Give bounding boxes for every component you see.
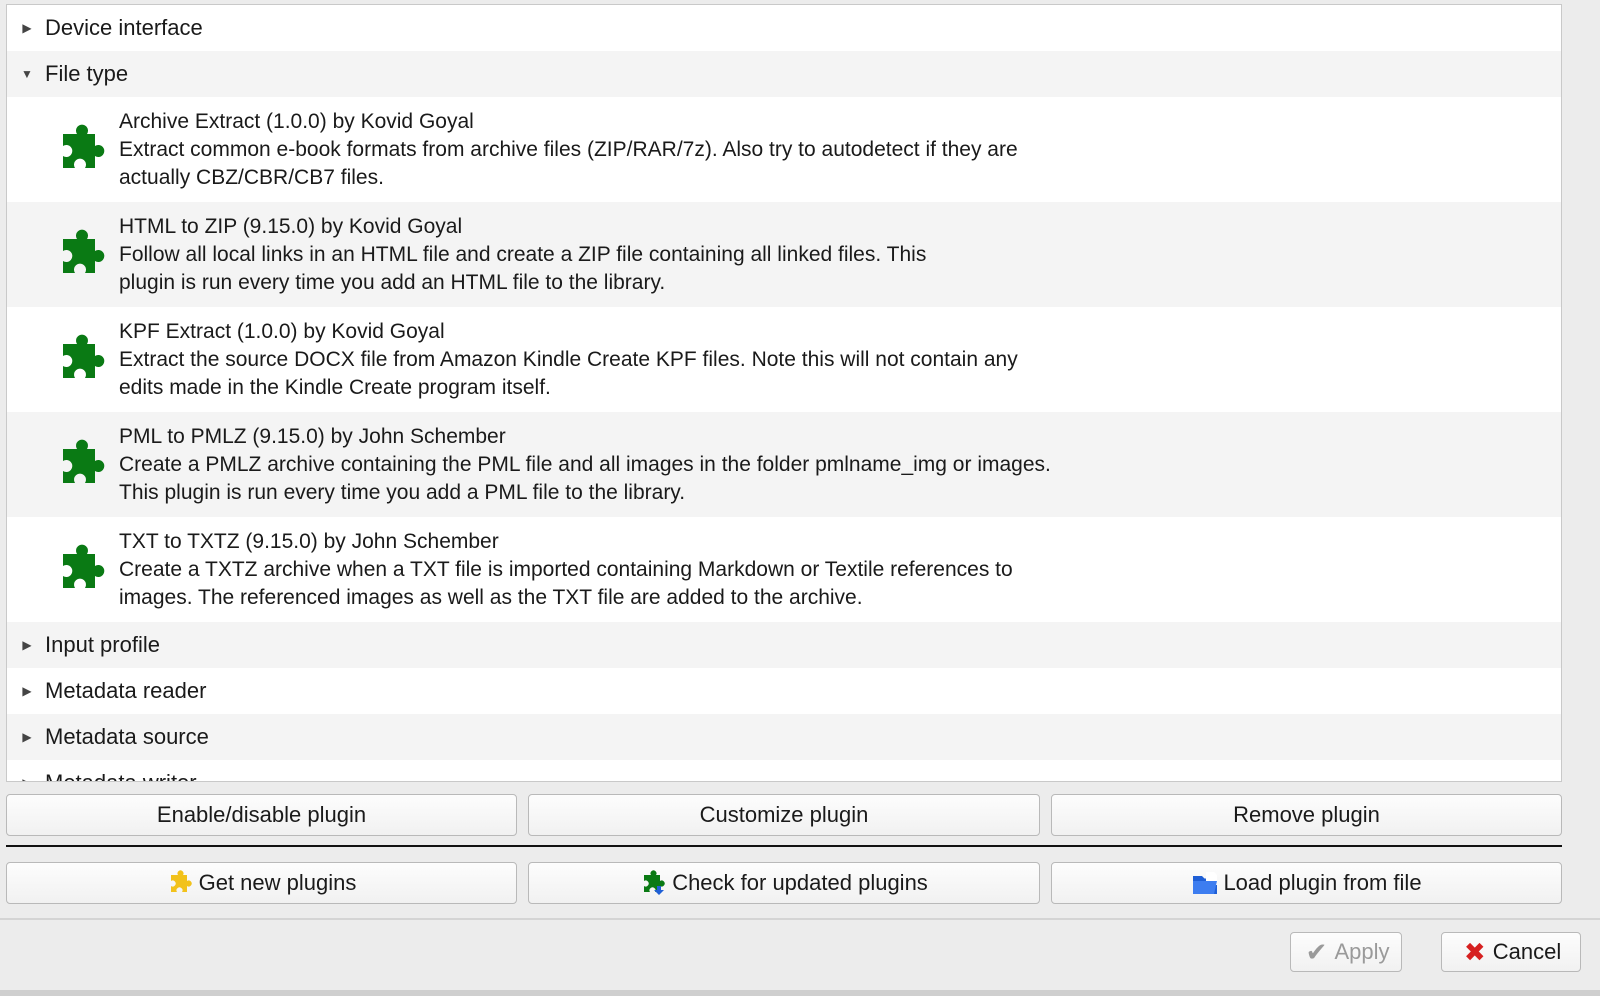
button-label: Enable/disable plugin [156, 802, 367, 827]
plugin-title: KPF Extract (1.0.0) by Kovid Goyal [119, 319, 445, 343]
category-device-interface[interactable]: ▶ Device interface [7, 5, 1561, 51]
button-label: Customize plugin [699, 802, 869, 827]
check-updated-plugins-button[interactable]: Check for updated plugins [528, 862, 1040, 904]
plugin-item-html-to-zip[interactable]: HTML to ZIP (9.15.0) by Kovid Goyal Foll… [7, 202, 1561, 307]
button-label: Remove plugin [1233, 802, 1380, 827]
button-label: Cancel [1492, 939, 1562, 964]
checkmark-icon: ✔ [1305, 936, 1328, 967]
category-label: File type [45, 61, 129, 86]
plugin-description: Extract the source DOCX file from Amazon… [119, 347, 1018, 371]
yellow-puzzle-icon [170, 870, 192, 892]
expand-arrow-icon[interactable]: ▶ [19, 638, 35, 652]
category-metadata-reader[interactable]: ▶ Metadata reader [7, 668, 1561, 714]
enable-disable-plugin-button[interactable]: Enable/disable plugin [6, 794, 517, 836]
red-x-icon: ✖ [1463, 936, 1486, 967]
plugin-description: actually CBZ/CBR/CB7 files. [119, 165, 384, 189]
blue-folder-icon [1193, 872, 1218, 894]
get-new-plugins-button[interactable]: Get new plugins [6, 862, 517, 904]
category-metadata-writer[interactable]: ▶ Metadata writer [7, 760, 1561, 781]
category-label: Device interface [45, 15, 203, 40]
plugin-item-kpf-extract[interactable]: KPF Extract (1.0.0) by Kovid Goyal Extra… [7, 307, 1561, 412]
apply-button[interactable]: ✔ Apply [1290, 932, 1402, 972]
separator-line [6, 845, 1562, 847]
plugin-description: Extract common e-book formats from archi… [119, 137, 1018, 161]
plugin-description: Create a PMLZ archive containing the PML… [119, 452, 1051, 476]
category-label: Metadata source [45, 724, 209, 749]
cancel-button[interactable]: ✖ Cancel [1441, 932, 1581, 972]
puzzle-piece-icon [63, 124, 105, 168]
category-input-profile[interactable]: ▶ Input profile [7, 622, 1561, 668]
plugin-title: HTML to ZIP (9.15.0) by Kovid Goyal [119, 214, 463, 238]
plugin-description: Create a TXTZ archive when a TXT file is… [119, 557, 1013, 581]
plugin-description: edits made in the Kindle Create program … [119, 375, 551, 399]
button-label: Apply [1334, 939, 1390, 964]
expand-arrow-icon[interactable]: ▶ [19, 21, 35, 35]
button-label: Check for updated plugins [672, 870, 928, 895]
category-metadata-source[interactable]: ▶ Metadata source [7, 714, 1561, 760]
plugin-item-txt-to-txtz[interactable]: TXT to TXTZ (9.15.0) by John Schember Cr… [7, 517, 1561, 622]
plugin-title: PML to PMLZ (9.15.0) by John Schember [119, 424, 506, 448]
plugin-description: images. The referenced images as well as… [119, 585, 863, 609]
customize-plugin-button[interactable]: Customize plugin [528, 794, 1040, 836]
expand-arrow-icon[interactable]: ▶ [19, 684, 35, 698]
puzzle-piece-icon [63, 439, 105, 483]
category-label: Input profile [45, 632, 160, 657]
plugin-title: TXT to TXTZ (9.15.0) by John Schember [119, 529, 499, 553]
puzzle-piece-icon [63, 229, 105, 273]
button-label: Get new plugins [198, 870, 357, 895]
plugin-item-archive-extract[interactable]: Archive Extract (1.0.0) by Kovid Goyal E… [7, 97, 1561, 202]
category-label: Metadata reader [45, 678, 207, 703]
expand-arrow-icon[interactable]: ▶ [19, 730, 35, 744]
dialog-divider [0, 918, 1600, 920]
category-label: Metadata writer [45, 770, 197, 781]
remove-plugin-button[interactable]: Remove plugin [1051, 794, 1562, 836]
green-puzzle-download-icon [644, 870, 665, 895]
puzzle-piece-icon [63, 544, 105, 588]
plugin-description: plugin is run every time you add an HTML… [119, 270, 666, 294]
plugin-title: Archive Extract (1.0.0) by Kovid Goyal [119, 109, 474, 133]
plugin-description: Follow all local links in an HTML file a… [119, 242, 927, 266]
button-label: Load plugin from file [1223, 870, 1422, 895]
puzzle-piece-icon [63, 334, 105, 378]
load-plugin-from-file-button[interactable]: Load plugin from file [1051, 862, 1562, 904]
category-file-type[interactable]: ▼ File type [7, 51, 1561, 97]
plugin-description: This plugin is run every time you add a … [119, 480, 686, 504]
plugins-tree[interactable]: ▶ Device interface ▼ File type Archive E… [6, 4, 1562, 782]
expand-arrow-icon[interactable]: ▶ [19, 776, 35, 781]
collapse-arrow-icon[interactable]: ▼ [19, 67, 35, 81]
window-bottom-edge [0, 990, 1600, 996]
plugin-item-pml-to-pmlz[interactable]: PML to PMLZ (9.15.0) by John Schember Cr… [7, 412, 1561, 517]
